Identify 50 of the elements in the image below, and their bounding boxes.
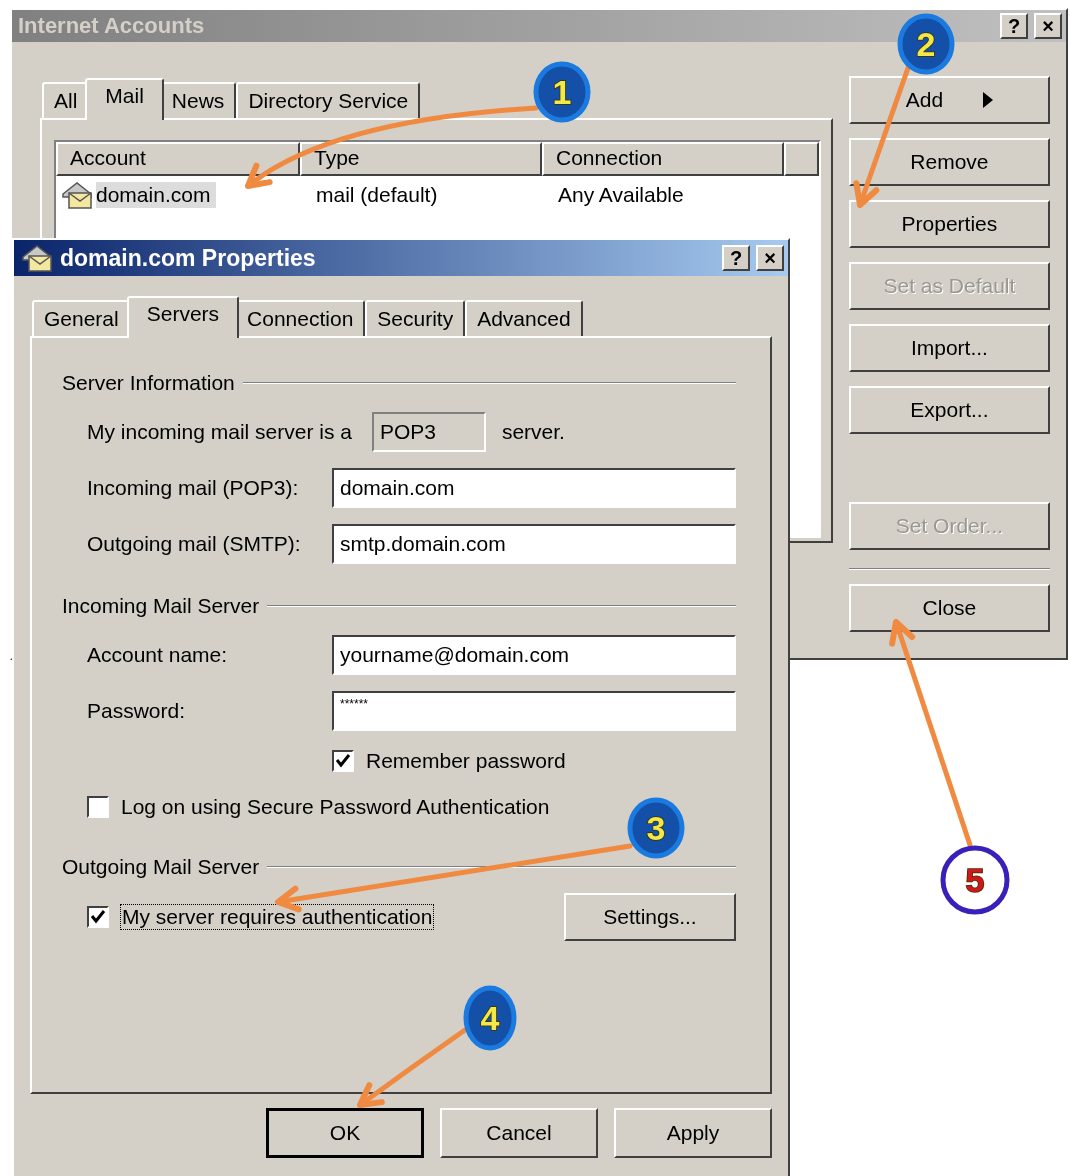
help-button[interactable]: ? <box>722 245 750 271</box>
checkbox-label[interactable]: Remember password <box>366 749 566 773</box>
checkbox[interactable] <box>87 906 109 928</box>
column-header[interactable]: Connection <box>542 142 784 176</box>
dialog-title: domain.com Properties <box>60 244 317 272</box>
field-label: Account name: <box>87 643 229 667</box>
input-field[interactable]: yourname@domain.com <box>332 635 736 675</box>
checkbox[interactable] <box>332 750 354 772</box>
group-title: Outgoing Mail Server <box>62 855 260 879</box>
tab[interactable]: Advanced <box>465 300 583 336</box>
server-type-field: POP3 <box>371 412 486 452</box>
group-title: Server Information <box>62 371 235 395</box>
window-title: Internet Accounts <box>18 13 206 39</box>
input-field[interactable]: domain.com <box>332 468 736 508</box>
caret-icon <box>983 92 994 108</box>
column-header[interactable]: Account <box>56 142 300 176</box>
dialog-button[interactable]: Apply <box>614 1108 772 1158</box>
table-cell-text: Any Available <box>557 183 685 207</box>
action-button[interactable]: Export... <box>848 386 1050 434</box>
dialog-button[interactable]: OK <box>266 1108 424 1158</box>
checkbox-label[interactable]: My server requires authentication <box>121 905 434 929</box>
table-cell-text: mail (default) <box>315 183 439 207</box>
checkbox-label[interactable]: Log on using Secure Password Authentication <box>121 795 550 819</box>
step-marker: 5 <box>940 845 1010 915</box>
close-button[interactable]: × <box>756 245 784 271</box>
list-item[interactable]: domain.com <box>96 182 217 208</box>
tab[interactable]: Security <box>365 300 466 336</box>
mail-account-icon <box>20 243 54 273</box>
checkbox[interactable] <box>87 796 109 818</box>
password-field[interactable]: ****** <box>332 691 736 731</box>
tab[interactable]: Servers <box>126 296 240 338</box>
action-button[interactable]: Import... <box>848 324 1050 372</box>
column-header[interactable]: Type <box>300 142 542 176</box>
field-label: Password: <box>87 699 187 723</box>
action-button[interactable]: Properties <box>848 200 1050 248</box>
field-label: My incoming mail server is a <box>87 420 352 444</box>
close-button[interactable]: Close <box>848 584 1050 632</box>
column-header[interactable] <box>784 142 819 176</box>
action-button[interactable]: Remove <box>848 138 1050 186</box>
field-label: Outgoing mail (SMTP): <box>87 532 302 556</box>
menu-button[interactable]: Add <box>848 76 1050 124</box>
settings-button[interactable]: Settings... <box>564 893 736 941</box>
field-label: server. <box>501 420 565 444</box>
tab[interactable]: Directory Service <box>236 82 421 118</box>
field-label: Incoming mail (POP3): <box>87 476 300 500</box>
tab[interactable]: Mail <box>85 78 164 120</box>
input-field[interactable]: smtp.domain.com <box>332 524 736 564</box>
mail-account-icon <box>60 180 94 210</box>
group-title: Incoming Mail Server <box>62 594 260 618</box>
dialog-button[interactable]: Cancel <box>440 1108 598 1158</box>
